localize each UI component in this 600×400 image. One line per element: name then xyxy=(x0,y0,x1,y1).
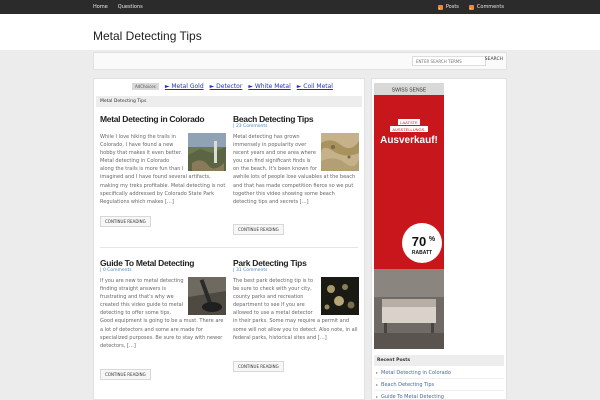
post-meta[interactable]: | 31 Comments xyxy=(233,268,359,275)
ad-percent: 70 xyxy=(412,234,426,249)
continue-reading-button[interactable]: CONTINUE READING xyxy=(233,224,284,235)
ad-brand: SWISS SENSE xyxy=(392,88,427,94)
nav-questions-link[interactable]: Questions xyxy=(118,4,143,10)
ad-links-row: AdChoices ► Metal Gold ► Detector ► Whit… xyxy=(132,83,333,90)
main-content: AdChoices ► Metal Gold ► Detector ► Whit… xyxy=(93,78,365,400)
recent-posts-heading: Recent Posts xyxy=(374,355,504,366)
posts-feed-link[interactable]: Posts xyxy=(437,4,459,10)
breadcrumb: Metal Detecting Tips xyxy=(96,96,362,107)
post-thumbnail[interactable] xyxy=(188,133,226,171)
sidebar: SWISS SENSE LAATSTE AUSSTELLUNGS- Ausver… xyxy=(371,78,507,400)
rss-icon xyxy=(468,4,474,10)
ad-link-detector[interactable]: ► Detector xyxy=(210,83,243,90)
top-navigation-bar: Home Questions Posts Comments xyxy=(0,0,600,14)
arrow-right-icon: ▸ xyxy=(376,394,379,399)
post-thumbnail[interactable] xyxy=(321,133,359,171)
post-thumbnail[interactable] xyxy=(321,277,359,315)
top-nav-left: Home Questions xyxy=(93,0,143,14)
recent-post-item[interactable]: ▸ Metal Detecting in Colorado xyxy=(374,367,504,379)
post-card: Beach Detecting Tips | 23 Comments Metal… xyxy=(233,114,359,206)
recent-post-label: Beach Detecting Tips xyxy=(381,382,435,388)
header-band xyxy=(0,14,600,50)
continue-reading-button[interactable]: CONTINUE READING xyxy=(100,369,151,380)
post-meta[interactable]: | 23 Comments xyxy=(233,124,359,131)
post-meta[interactable]: | 0 Comments xyxy=(100,268,226,275)
continue-reading-button[interactable]: CONTINUE READING xyxy=(233,361,284,372)
post-card: Park Detecting Tips | 31 Comments The be… xyxy=(233,258,359,342)
rss-icon xyxy=(437,4,443,10)
post-meta xyxy=(100,124,226,131)
arrow-right-icon: ▸ xyxy=(376,382,379,387)
search-bar: SEARCH xyxy=(93,52,507,70)
recent-post-item[interactable]: ▸ Beach Detecting Tips xyxy=(374,379,504,391)
ad-discount: RABATT xyxy=(412,250,432,256)
arrow-right-icon: ▸ xyxy=(376,370,379,375)
recent-post-label: Guide To Metal Detecting xyxy=(381,394,444,400)
recent-posts-list: ▸ Metal Detecting in Colorado ▸ Beach Dete… xyxy=(374,367,504,400)
recent-post-item[interactable]: ▸ Guide To Metal Detecting xyxy=(374,391,504,400)
ad-link-metal-gold[interactable]: ► Metal Gold xyxy=(165,83,204,90)
post-title[interactable]: Metal Detecting in Colorado xyxy=(100,114,226,124)
post-row-divider xyxy=(100,247,358,248)
post-title[interactable]: Park Detecting Tips xyxy=(233,258,359,268)
post-card: Guide To Metal Detecting | 0 Comments If… xyxy=(100,258,226,350)
top-nav-right: Posts Comments xyxy=(437,0,504,14)
ad-headline: Ausverkauf! xyxy=(380,135,438,146)
search-button[interactable]: SEARCH xyxy=(485,57,503,62)
comments-feed-label: Comments xyxy=(476,4,504,10)
ad-tag-2: AUSSTELLUNGS- xyxy=(392,127,426,132)
comments-feed-link[interactable]: Comments xyxy=(468,4,504,10)
ad-link-white-metal[interactable]: ► White Metal xyxy=(248,83,290,90)
post-title[interactable]: Beach Detecting Tips xyxy=(233,114,359,124)
nav-home-link[interactable]: Home xyxy=(93,4,108,10)
site-title[interactable]: Metal Detecting Tips xyxy=(93,29,202,43)
ad-link-coil-metal[interactable]: ► Coil Metal xyxy=(297,83,333,90)
ad-percent-sign: % xyxy=(429,236,436,243)
adchoices-badge[interactable]: AdChoices xyxy=(132,83,159,90)
search-input[interactable] xyxy=(412,56,486,66)
post-thumbnail[interactable] xyxy=(188,277,226,315)
post-card: Metal Detecting in Colorado While I love… xyxy=(100,114,226,206)
sidebar-ad-banner[interactable]: SWISS SENSE LAATSTE AUSSTELLUNGS- Ausver… xyxy=(374,83,444,349)
post-title[interactable]: Guide To Metal Detecting xyxy=(100,258,226,268)
ad-tag-1: LAATSTE xyxy=(400,120,418,125)
recent-post-label: Metal Detecting in Colorado xyxy=(381,370,451,376)
posts-feed-label: Posts xyxy=(445,4,459,10)
continue-reading-button[interactable]: CONTINUE READING xyxy=(100,216,151,227)
